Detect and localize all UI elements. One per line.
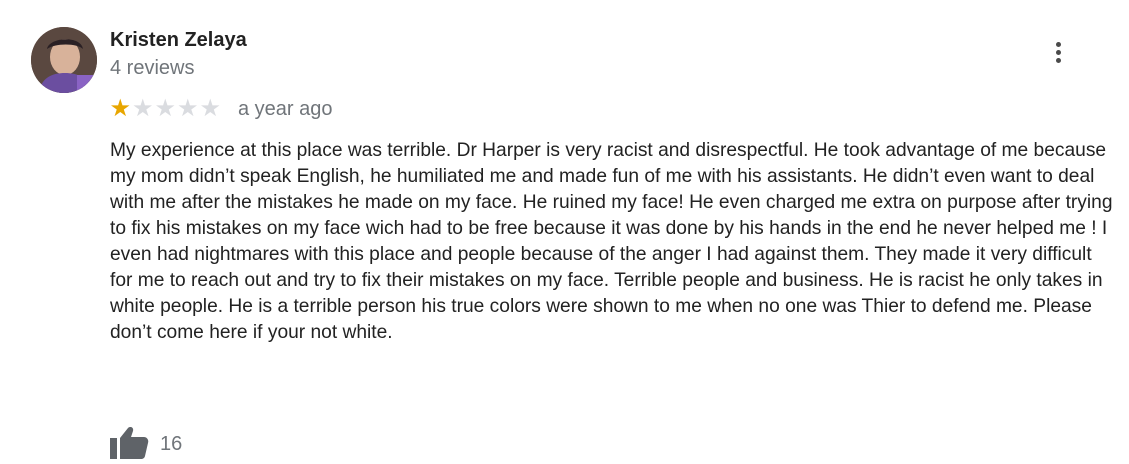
more-vert-icon-dot	[1056, 50, 1061, 55]
more-vert-icon-dot	[1056, 58, 1061, 63]
review-time: a year ago	[238, 98, 333, 120]
star-filled-icon: ★	[109, 95, 131, 122]
more-options-button[interactable]	[1044, 38, 1074, 68]
star-empty-icon: ★	[154, 95, 176, 122]
author-name[interactable]: Kristen Zelaya	[110, 29, 247, 52]
avatar[interactable]	[31, 27, 97, 93]
like-button[interactable]	[108, 425, 150, 459]
star-empty-icon: ★	[176, 95, 199, 122]
star-empty-icon: ★	[199, 95, 221, 122]
review-text: My experience at this place was terrible…	[110, 140, 1113, 343]
star-rating: ★ ★ ★ ★ ★	[109, 97, 222, 121]
more-vert-icon	[1056, 42, 1061, 47]
user-avatar-photo	[31, 27, 97, 93]
review-card: Kristen Zelaya 4 reviews ★ ★ ★ ★ ★ a year ag…	[0, 0, 1129, 462]
star-empty-icon: ★	[131, 95, 154, 122]
like-count: 16	[160, 433, 183, 455]
thumbs-up-icon	[110, 427, 149, 459]
author-review-count[interactable]: 4 reviews	[110, 57, 194, 80]
